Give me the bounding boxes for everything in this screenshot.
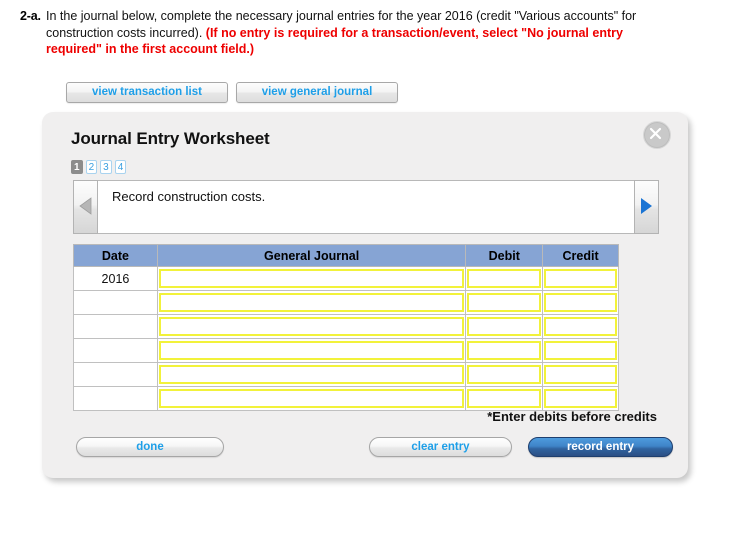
- worksheet-title: Journal Entry Worksheet: [71, 129, 270, 148]
- credit-input[interactable]: [544, 341, 617, 360]
- view-buttons-group: view transaction list view general journ…: [66, 82, 398, 103]
- question-number: 2-a.: [20, 9, 41, 23]
- credit-cell[interactable]: [542, 266, 619, 291]
- triangle-left-icon: [79, 196, 92, 218]
- worksheet-pager: 1 2 3 4: [71, 160, 127, 174]
- debit-cell[interactable]: [465, 290, 544, 315]
- close-icon[interactable]: [643, 121, 671, 149]
- view-general-journal-button[interactable]: view general journal: [236, 82, 398, 103]
- journal-entry-table: Date General Journal Debit Credit 2016: [73, 244, 619, 411]
- table-row: [73, 290, 619, 315]
- debit-input[interactable]: [467, 317, 542, 336]
- triangle-right-icon: [640, 197, 653, 218]
- debit-cell[interactable]: [465, 362, 544, 387]
- debit-cell[interactable]: [465, 314, 544, 339]
- journal-entry-worksheet-panel: Journal Entry Worksheet 1 2 3 4 Record c…: [42, 112, 688, 478]
- general-journal-input[interactable]: [158, 317, 465, 336]
- general-journal-cell[interactable]: [156, 290, 467, 315]
- table-row: [73, 338, 619, 363]
- general-journal-cell[interactable]: [156, 386, 467, 411]
- debit-cell[interactable]: [465, 266, 544, 291]
- pager-item-4[interactable]: 4: [114, 160, 127, 174]
- debit-cell[interactable]: [465, 338, 544, 363]
- general-journal-cell[interactable]: [156, 338, 467, 363]
- debit-input[interactable]: [467, 341, 542, 360]
- general-journal-input[interactable]: [158, 269, 465, 288]
- credit-cell[interactable]: [542, 362, 619, 387]
- table-header-row: Date General Journal Debit Credit: [73, 244, 619, 267]
- debits-before-credits-note: *Enter debits before credits: [487, 409, 657, 424]
- general-journal-cell[interactable]: [156, 266, 467, 291]
- date-cell: [73, 386, 158, 411]
- date-cell: [73, 338, 158, 363]
- general-journal-input[interactable]: [158, 293, 465, 312]
- credit-input[interactable]: [544, 389, 617, 408]
- instruction-box: Record construction costs.: [98, 180, 634, 234]
- credit-input[interactable]: [544, 293, 617, 312]
- debit-input[interactable]: [467, 293, 542, 312]
- pager-item-3[interactable]: 3: [100, 160, 112, 174]
- date-cell: 2016: [73, 266, 158, 291]
- general-journal-input[interactable]: [158, 389, 465, 408]
- credit-input[interactable]: [544, 317, 617, 336]
- column-header-general-journal: General Journal: [156, 244, 467, 267]
- record-entry-button[interactable]: record entry: [528, 437, 673, 457]
- general-journal-cell[interactable]: [156, 362, 467, 387]
- debit-cell[interactable]: [465, 386, 544, 411]
- instruction-text: Record construction costs.: [112, 189, 266, 204]
- debit-input[interactable]: [467, 365, 542, 384]
- pager-item-2[interactable]: 2: [85, 160, 98, 174]
- credit-cell[interactable]: [542, 386, 619, 411]
- table-row: 2016: [73, 266, 619, 291]
- view-transaction-list-button[interactable]: view transaction list: [66, 82, 228, 103]
- credit-cell[interactable]: [542, 314, 619, 339]
- pager-item-1[interactable]: 1: [71, 160, 83, 174]
- clear-entry-button[interactable]: clear entry: [369, 437, 512, 457]
- general-journal-input[interactable]: [158, 341, 465, 360]
- done-button[interactable]: done: [76, 437, 224, 457]
- general-journal-cell[interactable]: [156, 314, 467, 339]
- column-header-date: Date: [73, 244, 158, 267]
- date-cell: [73, 290, 158, 315]
- date-cell: [73, 362, 158, 387]
- credit-cell[interactable]: [542, 290, 619, 315]
- table-row: [73, 362, 619, 387]
- next-entry-button[interactable]: [634, 180, 659, 234]
- debit-input[interactable]: [467, 389, 542, 408]
- credit-input[interactable]: [544, 365, 617, 384]
- table-row: [73, 314, 619, 339]
- table-row: [73, 386, 619, 411]
- previous-entry-button[interactable]: [73, 180, 98, 234]
- column-header-debit: Debit: [465, 244, 544, 267]
- instruction-strip: Record construction costs.: [73, 180, 659, 234]
- column-header-credit: Credit: [542, 244, 619, 267]
- date-cell: [73, 314, 158, 339]
- credit-input[interactable]: [544, 269, 617, 288]
- debit-input[interactable]: [467, 269, 542, 288]
- credit-cell[interactable]: [542, 338, 619, 363]
- question-text: In the journal below, complete the neces…: [46, 8, 650, 58]
- general-journal-input[interactable]: [158, 365, 465, 384]
- question-block: 2-a. In the journal below, complete the …: [20, 8, 650, 58]
